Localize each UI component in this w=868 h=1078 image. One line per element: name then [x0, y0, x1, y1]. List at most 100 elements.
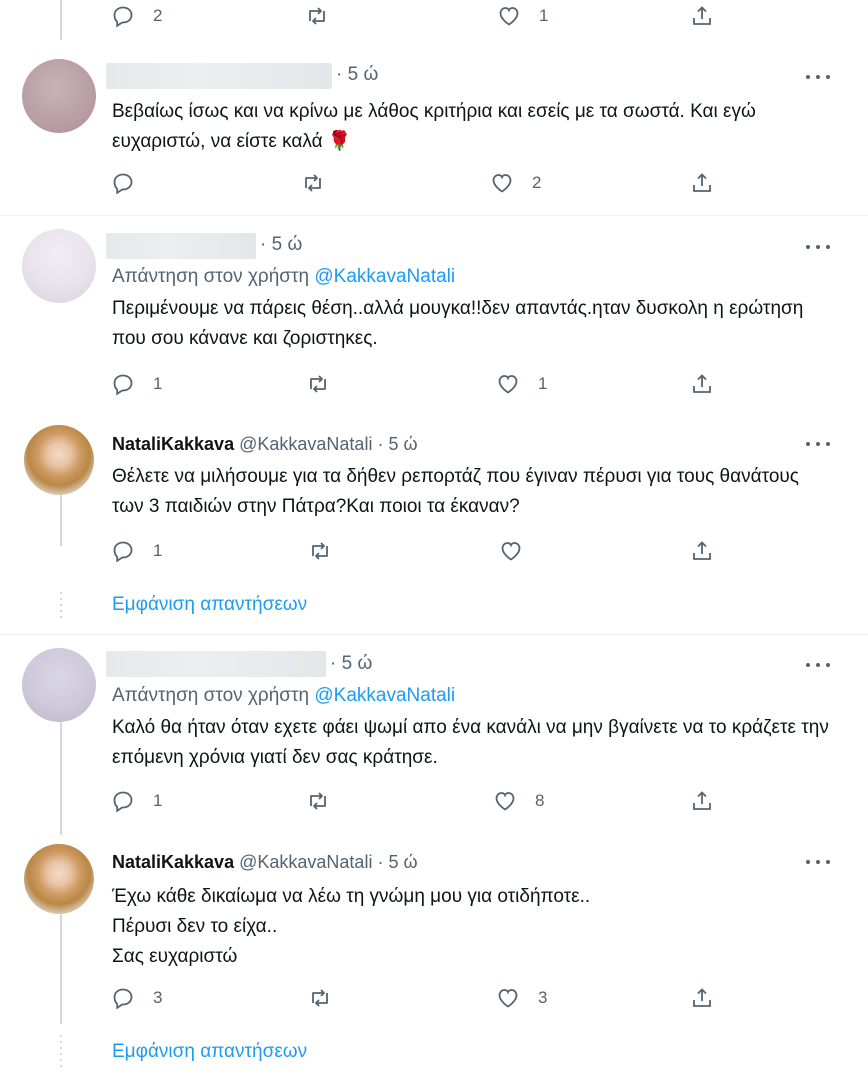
like-count: 1: [538, 374, 548, 393]
reply-button[interactable]: [111, 171, 153, 195]
tweet-text: Έχω κάθε δικαίωμα να λέω τη γνώμη μου γι…: [112, 882, 832, 972]
reply-icon: [113, 791, 133, 813]
reply-count: 1: [153, 541, 163, 560]
reply-count: 2: [153, 6, 163, 25]
reply-count: 1: [153, 374, 163, 393]
tweet-time[interactable]: · 5 ώ: [336, 64, 378, 86]
heart-icon: [501, 542, 521, 561]
tweet-text: Βεβαίως ίσως και να κρίνω με λάθος κριτή…: [112, 101, 756, 152]
like-count: 3: [538, 988, 548, 1007]
author-handle[interactable]: @KakkavaNatali: [239, 434, 372, 454]
like-button[interactable]: [499, 539, 541, 563]
share-icon: [693, 791, 711, 810]
avatar[interactable]: [22, 648, 96, 722]
reply-button[interactable]: 2: [111, 4, 162, 28]
heart-icon: [499, 7, 519, 26]
divider: [0, 215, 868, 216]
more-options-icon[interactable]: [806, 243, 830, 251]
reply-button[interactable]: 1: [111, 372, 162, 396]
share-icon: [693, 6, 711, 25]
share-button[interactable]: [690, 986, 714, 1010]
thread-line: [60, 715, 62, 835]
heart-icon: [492, 174, 512, 193]
like-button[interactable]: 2: [490, 171, 541, 195]
like-button[interactable]: 3: [496, 986, 547, 1010]
reply-button[interactable]: 3: [111, 986, 162, 1010]
like-count: 1: [539, 6, 549, 25]
more-options-icon[interactable]: [806, 661, 830, 669]
retweet-icon: [305, 174, 321, 192]
author-line: NataliKakkava @KakkavaNatali · 5 ώ: [112, 852, 418, 873]
retweet-icon: [310, 792, 326, 810]
tweet-text-line: Σας ευχαριστώ: [112, 946, 238, 967]
retweet-button[interactable]: [306, 789, 330, 813]
reply-to-line: Απάντηση στον χρήστη @KakkavaNatali: [112, 685, 455, 707]
share-icon: [693, 988, 711, 1007]
mention-link[interactable]: @KakkavaNatali: [314, 685, 455, 706]
like-button[interactable]: 8: [493, 789, 544, 813]
avatar[interactable]: [24, 425, 94, 495]
author-name[interactable]: NataliKakkava: [112, 852, 234, 872]
more-options-icon[interactable]: [806, 73, 830, 81]
thread-dots: [60, 1035, 62, 1070]
reply-icon: [113, 374, 133, 396]
user-name-redacted: [106, 233, 256, 259]
divider: [0, 634, 868, 635]
retweet-icon: [310, 375, 326, 393]
reply-icon: [113, 6, 133, 28]
tweet-text: Θέλετε να μιλήσουμε για τα δήθεν ρεπορτά…: [112, 466, 799, 517]
tweet-text: Καλό θα ήταν όταν εχετε φάει ψωμί απο έν…: [112, 717, 829, 768]
retweet-icon: [312, 989, 328, 1007]
more-options-icon[interactable]: [806, 858, 830, 866]
avatar[interactable]: [24, 844, 94, 914]
more-options-icon[interactable]: [806, 440, 830, 448]
thread-line: [60, 0, 62, 40]
thread-line: [60, 914, 62, 1024]
heart-icon: [498, 375, 518, 394]
share-icon: [693, 173, 711, 192]
reply-icon: [113, 988, 133, 1010]
author-line: NataliKakkava @KakkavaNatali · 5 ώ: [112, 434, 418, 455]
share-button[interactable]: [690, 789, 714, 813]
retweet-button[interactable]: [308, 539, 332, 563]
show-replies-link[interactable]: Εμφάνιση απαντήσεων: [112, 594, 307, 616]
mention-link[interactable]: @KakkavaNatali: [314, 266, 455, 287]
reply-count: 3: [153, 988, 163, 1007]
author-handle[interactable]: @KakkavaNatali: [239, 852, 372, 872]
retweet-button[interactable]: [301, 171, 325, 195]
tweet-time[interactable]: · 5 ώ: [377, 852, 417, 872]
share-button[interactable]: [690, 171, 714, 195]
reply-to-line: Απάντηση στον χρήστη @KakkavaNatali: [112, 266, 455, 288]
retweet-icon: [312, 542, 328, 560]
retweet-icon: [309, 7, 325, 25]
share-button[interactable]: [690, 372, 714, 396]
avatar[interactable]: [22, 59, 96, 133]
tweet-text-line: Έχω κάθε δικαίωμα να λέω τη γνώμη μου γι…: [112, 886, 591, 907]
share-button[interactable]: [690, 4, 714, 28]
tweet-time[interactable]: · 5 ώ: [260, 234, 302, 256]
share-icon: [693, 374, 711, 393]
thread-dots: [60, 592, 62, 622]
reply-icon: [113, 541, 133, 563]
author-name[interactable]: NataliKakkava: [112, 434, 234, 454]
like-count: 8: [535, 791, 545, 810]
reply-button[interactable]: 1: [111, 539, 162, 563]
user-name-redacted: [106, 651, 326, 677]
share-button[interactable]: [690, 539, 714, 563]
tweet-time[interactable]: · 5 ώ: [377, 434, 417, 454]
show-replies-link[interactable]: Εμφάνιση απαντήσεων: [112, 1041, 307, 1063]
reply-button[interactable]: 1: [111, 789, 162, 813]
retweet-button[interactable]: [306, 372, 330, 396]
share-icon: [693, 541, 711, 560]
retweet-button[interactable]: [305, 4, 329, 28]
reply-icon: [113, 173, 133, 195]
like-button[interactable]: 1: [497, 4, 548, 28]
retweet-button[interactable]: [308, 986, 332, 1010]
like-button[interactable]: 1: [496, 372, 547, 396]
heart-icon: [498, 989, 518, 1008]
heart-icon: [495, 792, 515, 811]
tweet-time[interactable]: · 5 ώ: [330, 653, 372, 675]
avatar[interactable]: [22, 229, 96, 303]
reply-count: 1: [153, 791, 163, 810]
tweet-text: Περιμένουμε να πάρεις θέση..αλλά μουγκα!…: [112, 298, 804, 349]
